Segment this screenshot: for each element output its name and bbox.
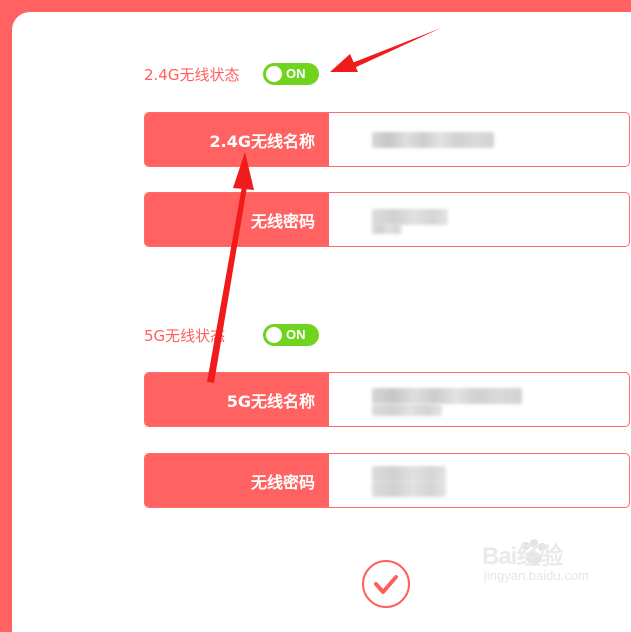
- redacted-value: [372, 132, 494, 148]
- password-label-5g: 无线密码: [145, 454, 329, 507]
- submit-button[interactable]: [362, 560, 410, 608]
- toggle-knob: [266, 66, 282, 82]
- status-label-5g: 5G无线状态: [144, 327, 226, 345]
- password-field-24g: 无线密码: [144, 192, 630, 247]
- ssid-label-24g: 2.4G无线名称: [145, 113, 329, 166]
- checkmark-icon: [374, 575, 398, 594]
- status-label-24g: 2.4G无线状态: [144, 66, 240, 84]
- password-field-5g: 无线密码: [144, 453, 630, 508]
- redacted-value: [372, 224, 402, 234]
- toggle-5g[interactable]: ON: [263, 324, 319, 346]
- ssid-field-5g: 5G无线名称: [144, 372, 630, 427]
- toggle-label: ON: [286, 66, 306, 81]
- ssid-field-24g: 2.4G无线名称: [144, 112, 630, 167]
- toggle-label: ON: [286, 327, 306, 342]
- redacted-value: [372, 466, 446, 482]
- redacted-value: [372, 404, 442, 416]
- redacted-value: [372, 481, 446, 497]
- toggle-knob: [266, 327, 282, 343]
- password-label-24g: 无线密码: [145, 193, 329, 246]
- redacted-value: [372, 388, 522, 404]
- password-input-5g[interactable]: [330, 454, 629, 507]
- toggle-24g[interactable]: ON: [263, 63, 319, 85]
- settings-panel: [12, 12, 631, 632]
- ssid-label-5g: 5G无线名称: [145, 373, 329, 426]
- ssid-input-5g[interactable]: [330, 373, 629, 426]
- ssid-input-24g[interactable]: [330, 113, 629, 166]
- password-input-24g[interactable]: [330, 193, 629, 246]
- redacted-value: [372, 209, 448, 225]
